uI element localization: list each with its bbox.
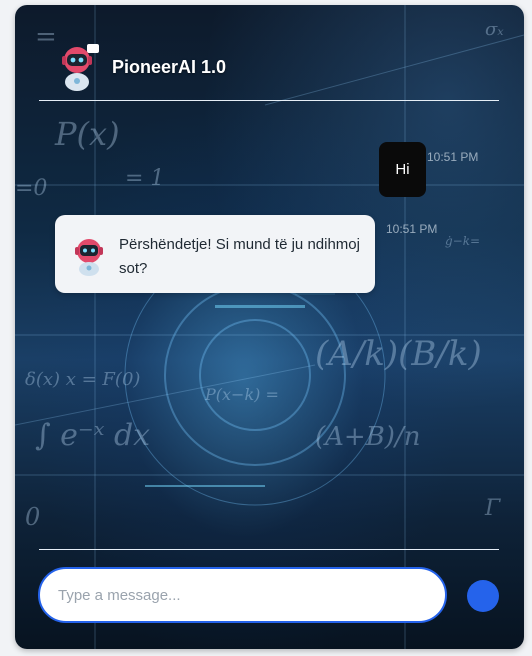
- svg-text:= 1: = 1: [125, 166, 164, 191]
- svg-text:P(x−k) =: P(x−k) =: [204, 385, 279, 404]
- composer-divider: [39, 549, 499, 550]
- header-divider: [39, 100, 499, 101]
- message-input[interactable]: [38, 567, 447, 623]
- svg-text:Γ: Γ: [484, 496, 501, 521]
- chat-window: = P(x) = 1 =0 δ(x) x = F(0) ∫ e⁻ˣ dx P(x…: [15, 5, 524, 649]
- robot-icon: [62, 44, 99, 91]
- bot-message-time: 10:51 PM: [386, 222, 438, 236]
- send-button[interactable]: [467, 580, 499, 612]
- svg-text:0: 0: [25, 503, 40, 531]
- bot-message-text: Përshëndetje! Si mund të ju ndihmoj sot?: [119, 236, 360, 277]
- svg-text:(A+B)/n: (A+B)/n: [315, 422, 420, 452]
- robot-icon: [75, 239, 103, 276]
- svg-text:P(x): P(x): [54, 115, 120, 153]
- svg-text:(A/k)(B/k): (A/k)(B/k): [315, 334, 482, 374]
- bot-message: Përshëndetje! Si mund të ju ndihmoj sot?: [55, 215, 375, 293]
- app-title: PioneerAI 1.0: [112, 57, 227, 77]
- svg-text:=0: =0: [15, 176, 47, 201]
- svg-text:δ(x) x = F(0): δ(x) x = F(0): [25, 369, 140, 390]
- user-message-text: Hi: [395, 161, 410, 178]
- user-message: Hi: [379, 142, 426, 197]
- svg-text:ġ−k=: ġ−k=: [445, 234, 480, 248]
- chat-header: PioneerAI 1.0: [15, 5, 524, 105]
- svg-text:∫ e⁻ˣ dx: ∫ e⁻ˣ dx: [35, 418, 150, 453]
- user-message-time: 10:51 PM: [427, 150, 479, 164]
